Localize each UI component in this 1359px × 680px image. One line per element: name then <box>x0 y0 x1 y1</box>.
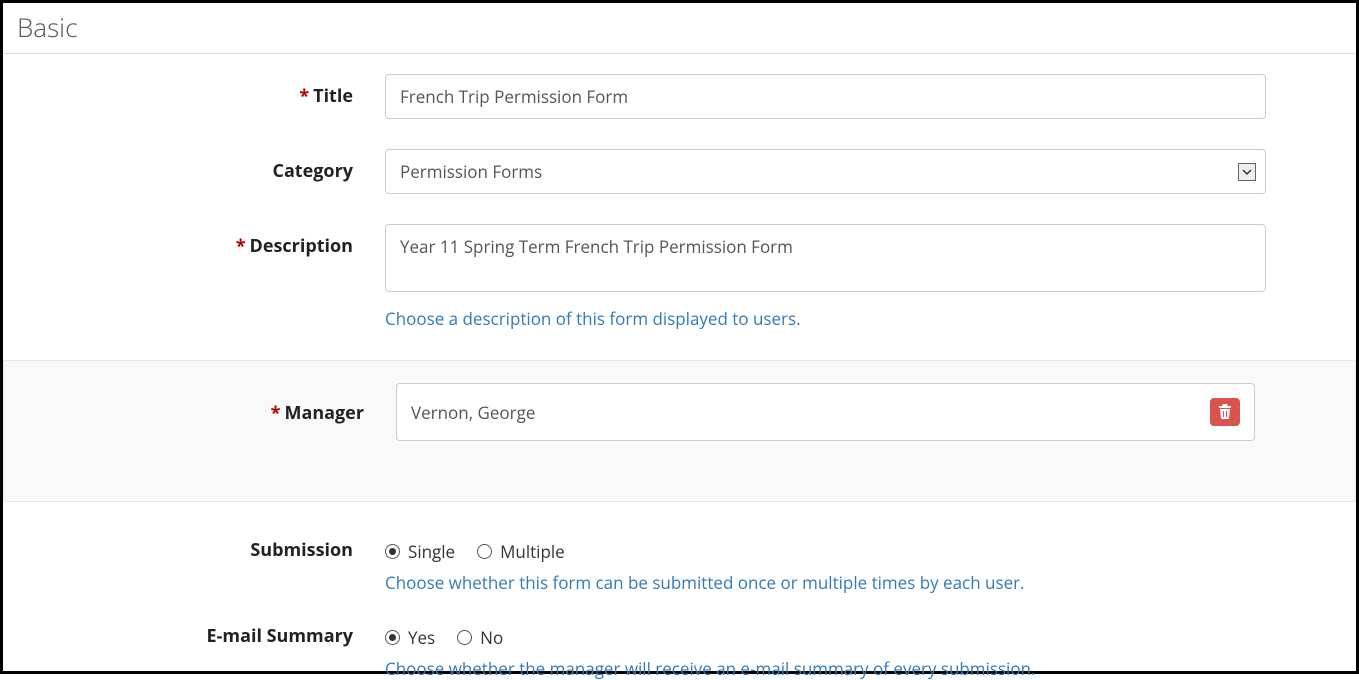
manager-section: *Manager Vernon, George <box>3 360 1356 502</box>
label-submission-text: Submission <box>250 538 353 562</box>
section-title: Basic <box>3 3 1356 54</box>
input-col-description: Choose a description of this form displa… <box>385 224 1346 330</box>
trash-icon <box>1218 403 1232 422</box>
radio-icon <box>385 630 400 645</box>
radio-icon <box>385 544 400 559</box>
label-category-text: Category <box>272 159 353 183</box>
submission-single-label: Single <box>408 540 455 563</box>
row-email-summary: E-mail Summary Yes No Choose whether the… <box>3 624 1356 680</box>
input-col-email-summary: Yes No Choose whether the manager will r… <box>385 624 1346 680</box>
label-title: *Title <box>13 74 385 108</box>
category-select-wrapper: Permission Forms <box>385 149 1266 194</box>
email-summary-no-label: No <box>480 626 503 649</box>
submission-multiple-label: Multiple <box>500 540 565 563</box>
row-category: Category Permission Forms <box>3 149 1356 194</box>
form-area: *Title Category Permission Forms *Descri… <box>3 54 1356 680</box>
title-input[interactable] <box>385 74 1266 119</box>
input-col-submission: Single Multiple Choose whether this form… <box>385 538 1346 594</box>
submission-help: Choose whether this form can be submitte… <box>385 571 1266 594</box>
submission-radio-group: Single Multiple <box>385 538 1266 563</box>
input-col-manager: Vernon, George <box>396 383 1335 441</box>
email-summary-no-radio[interactable]: No <box>457 626 503 649</box>
label-category: Category <box>13 149 385 183</box>
email-summary-yes-label: Yes <box>408 626 435 649</box>
required-asterisk: * <box>271 401 281 425</box>
manager-box[interactable]: Vernon, George <box>396 383 1255 441</box>
radio-icon <box>457 630 472 645</box>
label-email-summary-text: E-mail Summary <box>207 624 353 648</box>
submission-single-radio[interactable]: Single <box>385 540 455 563</box>
input-col-title <box>385 74 1346 119</box>
row-title: *Title <box>3 74 1356 119</box>
label-description-text: Description <box>250 234 354 258</box>
delete-manager-button[interactable] <box>1210 398 1240 426</box>
row-description: *Description Choose a description of thi… <box>3 224 1356 330</box>
email-summary-radio-group: Yes No <box>385 624 1266 649</box>
label-email-summary: E-mail Summary <box>13 624 385 648</box>
label-manager-text: Manager <box>284 401 364 425</box>
label-title-text: Title <box>313 84 353 108</box>
row-submission: Submission Single Multiple Choose whethe… <box>3 538 1356 594</box>
input-col-category: Permission Forms <box>385 149 1346 194</box>
description-help: Choose a description of this form displa… <box>385 307 1266 330</box>
email-summary-yes-radio[interactable]: Yes <box>385 626 435 649</box>
email-summary-help: Choose whether the manager will receive … <box>385 657 1266 680</box>
required-asterisk: * <box>236 234 246 258</box>
label-submission: Submission <box>13 538 385 562</box>
required-asterisk: * <box>299 84 309 108</box>
manager-value: Vernon, George <box>411 401 535 424</box>
description-input[interactable] <box>385 224 1266 292</box>
radio-icon <box>477 544 492 559</box>
label-manager: *Manager <box>24 383 396 425</box>
row-manager: *Manager Vernon, George <box>14 383 1345 441</box>
label-description: *Description <box>13 224 385 258</box>
submission-multiple-radio[interactable]: Multiple <box>477 540 565 563</box>
category-select[interactable]: Permission Forms <box>385 149 1266 194</box>
